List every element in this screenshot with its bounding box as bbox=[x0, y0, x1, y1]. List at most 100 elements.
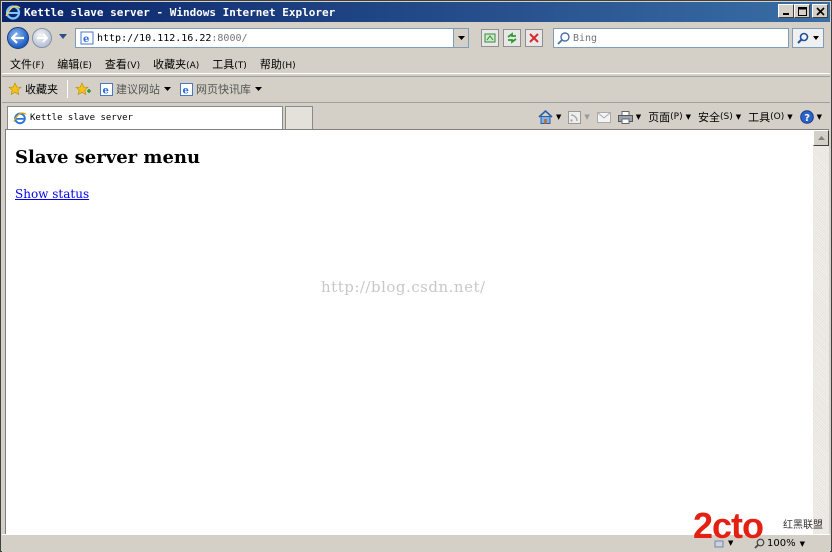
caption-buttons bbox=[778, 4, 828, 18]
title-bar[interactable]: Kettle slave server - Windows Internet E… bbox=[2, 2, 830, 22]
browser-window: Kettle slave server - Windows Internet E… bbox=[0, 0, 832, 552]
home-dropdown-icon[interactable]: ▼ bbox=[556, 113, 561, 121]
command-bar: Kettle slave server ▼ ▼ ▼ 页面 (P) ▼ 安全 (S… bbox=[2, 102, 830, 129]
tab-title: Kettle slave server bbox=[30, 113, 133, 123]
vertical-scrollbar[interactable] bbox=[813, 129, 829, 534]
help-dropdown-icon[interactable]: ▼ bbox=[817, 113, 822, 121]
search-options-chevron-icon bbox=[813, 36, 819, 40]
help-icon: ? bbox=[799, 110, 814, 124]
address-url: http://10.112.16.22:8000/ bbox=[97, 33, 248, 44]
maximize-button[interactable] bbox=[794, 4, 810, 18]
scroll-up-button[interactable] bbox=[813, 130, 829, 146]
print-dropdown-icon[interactable]: ▼ bbox=[636, 113, 641, 121]
ie-page-icon: e bbox=[180, 82, 193, 96]
close-icon bbox=[815, 6, 825, 16]
new-tab-button[interactable] bbox=[285, 106, 313, 129]
logo-wordmark: 2cto bbox=[693, 505, 764, 546]
web-slice-gallery-button[interactable]: e 网页快讯库 bbox=[180, 81, 262, 97]
page-ie-icon: e bbox=[80, 31, 94, 45]
tab-kettle-slave-server[interactable]: Kettle slave server bbox=[7, 106, 283, 129]
rss-feed-icon bbox=[568, 110, 582, 124]
suggested-sites-label: 建议网站 bbox=[116, 83, 160, 96]
close-button[interactable] bbox=[812, 4, 828, 18]
menu-favorites[interactable]: 收藏夹(A) bbox=[153, 56, 199, 72]
search-input[interactable] bbox=[571, 32, 771, 44]
suggested-sites-button[interactable]: e 建议网站 bbox=[100, 81, 171, 97]
ie-logo-icon bbox=[13, 112, 27, 125]
search-icon bbox=[557, 32, 570, 45]
back-arrow-icon bbox=[11, 32, 24, 44]
url-port-path: :8000/ bbox=[211, 32, 248, 44]
magnifier-icon bbox=[797, 32, 809, 44]
add-favorites-button[interactable] bbox=[75, 82, 91, 96]
maximize-icon bbox=[797, 6, 807, 16]
star-icon bbox=[8, 82, 22, 96]
minimize-button[interactable] bbox=[778, 4, 794, 18]
refresh-button[interactable] bbox=[503, 29, 521, 47]
menu-file[interactable]: 文件(F) bbox=[10, 56, 44, 72]
chevron-down-icon: ▼ bbox=[735, 113, 742, 121]
tools-menu-label: 工具 bbox=[748, 111, 771, 124]
url-host: http://10.112.16.22 bbox=[97, 32, 212, 44]
window-title: Kettle slave server - Windows Internet E… bbox=[24, 5, 336, 19]
arrow-up-icon bbox=[817, 136, 825, 140]
web-slice-label: 网页快讯库 bbox=[196, 83, 251, 96]
address-field[interactable]: e http://10.112.16.22:8000/ bbox=[75, 28, 469, 48]
chevron-down-icon: ▼ bbox=[685, 113, 691, 121]
home-button[interactable]: ▼ bbox=[538, 110, 561, 124]
refresh-icon bbox=[507, 32, 517, 44]
svg-text:e: e bbox=[183, 85, 189, 96]
forward-button[interactable] bbox=[32, 28, 52, 48]
menu-help[interactable]: 帮助(H) bbox=[260, 56, 296, 72]
menu-edit[interactable]: 编辑(E) bbox=[57, 56, 92, 72]
ie-page-icon: e bbox=[100, 82, 113, 96]
back-button[interactable] bbox=[7, 27, 29, 49]
favorites-button[interactable]: 收藏夹 bbox=[8, 81, 58, 97]
safety-menu-button[interactable]: 安全 (S) ▼ bbox=[698, 109, 741, 125]
forward-arrow-icon bbox=[37, 33, 48, 43]
minimize-icon bbox=[783, 13, 789, 15]
menu-tools[interactable]: 工具(T) bbox=[212, 56, 247, 72]
chevron-down-icon bbox=[255, 86, 262, 91]
compatibility-button[interactable] bbox=[481, 29, 499, 47]
tools-menu-button[interactable]: 工具 (O) ▼ bbox=[748, 109, 793, 125]
favorites-separator bbox=[67, 80, 68, 98]
address-dropdown[interactable] bbox=[453, 29, 468, 47]
help-button[interactable]: ? ▼ bbox=[799, 110, 822, 124]
site-logo: 2cto 红黑联盟 bbox=[693, 506, 829, 550]
watermark-text: http://blog.csdn.net/ bbox=[321, 278, 486, 296]
address-toolbar: e http://10.112.16.22:8000/ bbox=[2, 23, 830, 53]
logo-cn-text: 红黑联盟 bbox=[783, 520, 823, 531]
stop-icon bbox=[529, 33, 539, 43]
page-heading: Slave server menu bbox=[15, 147, 201, 168]
add-favorite-star-icon bbox=[75, 82, 91, 96]
svg-text:?: ? bbox=[804, 113, 810, 124]
favorites-bar: 收藏夹 e 建议网站 e 网页快讯库 bbox=[2, 76, 830, 101]
chevron-down-icon: ▼ bbox=[787, 113, 793, 121]
command-tools: ▼ ▼ ▼ 页面 (P) ▼ 安全 (S) ▼ 工具 (O) ▼ ? ▼ bbox=[531, 107, 822, 127]
menu-view[interactable]: 查看(V) bbox=[105, 56, 140, 72]
printer-icon bbox=[617, 110, 633, 124]
svg-text:e: e bbox=[103, 85, 109, 96]
ie-logo-icon bbox=[5, 5, 21, 20]
read-mail-button[interactable] bbox=[596, 111, 611, 123]
search-field[interactable] bbox=[553, 28, 789, 48]
chevron-down-icon bbox=[164, 86, 171, 91]
feeds-dropdown-icon[interactable]: ▼ bbox=[584, 113, 589, 121]
search-go-button[interactable] bbox=[792, 28, 824, 48]
show-status-link[interactable]: Show status bbox=[15, 187, 89, 201]
feeds-button[interactable]: ▼ bbox=[568, 110, 590, 124]
mail-icon bbox=[596, 111, 611, 123]
page-content: Slave server menu Show status http://blo… bbox=[5, 129, 813, 534]
stop-button[interactable] bbox=[525, 29, 543, 47]
compatibility-view-icon bbox=[484, 33, 496, 43]
home-icon bbox=[538, 110, 553, 124]
print-button[interactable]: ▼ bbox=[617, 110, 641, 124]
safety-menu-label: 安全 bbox=[697, 111, 720, 124]
page-menu-button[interactable]: 页面 (P) ▼ bbox=[648, 109, 691, 125]
menu-bar: 文件(F) 编辑(E) 查看(V) 收藏夹(A) 工具(T) 帮助(H) bbox=[2, 54, 830, 74]
chevron-down-icon bbox=[457, 35, 465, 40]
history-dropdown-icon[interactable] bbox=[59, 34, 67, 40]
favorites-label: 收藏夹 bbox=[25, 83, 58, 96]
svg-text:e: e bbox=[83, 34, 89, 45]
